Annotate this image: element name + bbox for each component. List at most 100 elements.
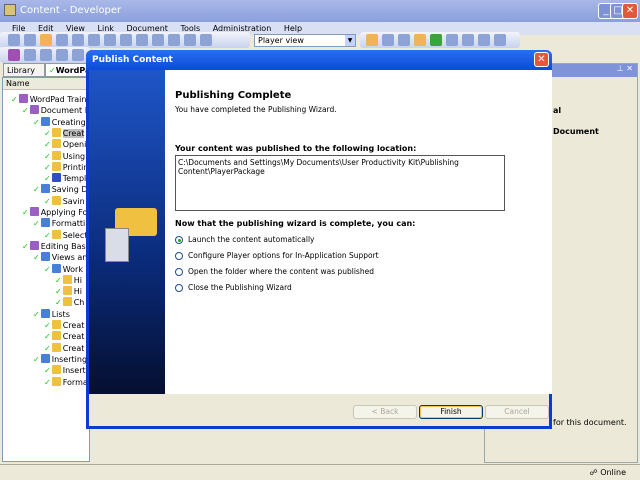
module-icon — [51, 263, 61, 273]
preview-icon[interactable] — [40, 34, 52, 46]
save-icon[interactable] — [24, 34, 36, 46]
find-icon[interactable] — [168, 34, 180, 46]
properties-icon[interactable] — [414, 34, 426, 46]
undo-icon[interactable] — [136, 34, 148, 46]
tree-item-label: Templ — [62, 174, 87, 184]
pin-icon[interactable]: ⊥ — [617, 64, 624, 73]
layout-3-icon[interactable] — [398, 34, 410, 46]
delete-icon[interactable] — [104, 34, 116, 46]
back-button[interactable]: < Back — [353, 405, 417, 419]
tree-item[interactable]: ✓ Select — [44, 229, 87, 241]
tab-wordpad[interactable]: ✓WordPad — [45, 63, 96, 77]
tree-item[interactable]: ✓ Lists — [33, 308, 70, 320]
pane-close-icon[interactable]: ✕ — [626, 64, 633, 73]
tree-item[interactable]: ✓ Inserting — [33, 353, 87, 365]
check-icon: ✓ — [44, 377, 51, 387]
open-icon[interactable] — [8, 34, 20, 46]
tree-item[interactable]: ✓ Creat — [44, 331, 84, 342]
check-out-icon[interactable] — [462, 34, 474, 46]
close-button[interactable]: ✕ — [622, 3, 638, 19]
check-icon: ✓ — [55, 275, 62, 285]
tree-item-label: Openi — [62, 140, 87, 150]
tree-item[interactable]: ✓ Creating — [33, 116, 86, 128]
tree-item[interactable]: ✓ Document Ba — [22, 105, 95, 116]
copy-icon[interactable] — [72, 34, 84, 46]
upload-icon[interactable] — [478, 34, 490, 46]
location-field[interactable]: C:\Documents and Settings\My Documents\U… — [175, 155, 505, 211]
radio-button[interactable] — [175, 283, 183, 292]
tree-item[interactable]: ✓ Creat — [44, 342, 84, 354]
tree-item-label: Ch — [73, 298, 85, 308]
tree-item[interactable]: ✓ Saving Do — [33, 184, 92, 195]
tree-item[interactable]: ✓ Openi — [44, 139, 86, 150]
topic-icon — [62, 286, 72, 296]
check-in-icon[interactable] — [446, 34, 458, 46]
option-radio[interactable]: Configure Player options for In-Applicat… — [175, 251, 542, 260]
option-radio[interactable]: Open the folder where the content was pu… — [175, 267, 542, 276]
book-icon — [29, 105, 39, 115]
module-icon — [40, 184, 50, 194]
tree-item[interactable]: ✓ Creat — [44, 127, 85, 139]
check-icon: ✓ — [44, 321, 51, 330]
publish-content-dialog: Publish Content ✕ Publishing Complete You… — [86, 50, 552, 429]
tree-item[interactable]: ✓ Work — [44, 263, 83, 275]
tree-item[interactable]: ✓ Using — [44, 150, 85, 162]
layout-1-icon[interactable] — [366, 34, 378, 46]
tree-item[interactable]: ✓ Creat — [44, 320, 84, 331]
topic-icon — [51, 320, 61, 329]
tree-item[interactable]: ✓ Hi — [55, 274, 82, 286]
option-label: Launch the content automatically — [188, 235, 315, 244]
tree-item-label: Creat — [62, 128, 85, 138]
refresh-icon[interactable] — [430, 34, 442, 46]
cancel-button[interactable]: Cancel — [485, 405, 549, 419]
tree-item[interactable]: ✓ Printin — [44, 161, 88, 173]
dialog-close-button[interactable]: ✕ — [534, 52, 549, 67]
chevron-down-icon[interactable]: ▼ — [345, 35, 355, 46]
help-topic-icon[interactable] — [72, 49, 84, 61]
pane-text: Document — [553, 127, 599, 136]
tree-item-label: Insert — [62, 366, 86, 376]
radio-button[interactable] — [175, 267, 183, 276]
book-icon[interactable] — [8, 49, 20, 61]
radio-button[interactable] — [175, 235, 183, 244]
tree-item[interactable]: ✓ Views and — [33, 252, 92, 263]
topic-icon[interactable] — [40, 49, 52, 61]
column-header-name[interactable]: Name — [3, 78, 89, 90]
help-icon[interactable] — [200, 34, 212, 46]
tree-item[interactable]: ✓ Hi — [55, 286, 82, 297]
topic-icon — [51, 161, 61, 171]
pane-tabs: Library ✓WordPad — [0, 63, 96, 77]
record-icon[interactable] — [120, 34, 132, 46]
tree-item[interactable]: ✓ Insert — [44, 365, 86, 376]
menu-help[interactable]: Help — [284, 24, 302, 33]
tab-library[interactable]: Library — [3, 63, 45, 77]
finish-button[interactable]: Finish — [419, 405, 483, 419]
view-select[interactable]: Player view ▼ — [254, 34, 356, 47]
tree-item-label: Savin — [62, 196, 85, 206]
topic-icon — [51, 365, 61, 375]
book-icon — [29, 240, 39, 250]
tree-item[interactable]: ✓ Templ — [44, 173, 86, 184]
radio-button[interactable] — [175, 251, 183, 260]
module-icon — [40, 218, 50, 228]
question-icon[interactable] — [56, 49, 68, 61]
network-icon: ☍ — [589, 468, 598, 477]
book-icon — [18, 94, 28, 103]
lock-icon[interactable] — [494, 34, 506, 46]
online-status: ☍ Online — [589, 468, 626, 477]
option-radio[interactable]: Close the Publishing Wizard — [175, 283, 542, 292]
check-icon: ✓ — [44, 151, 51, 161]
doc-icon — [51, 173, 61, 183]
tree-item[interactable]: ✓ Formattin — [33, 218, 90, 229]
tree-item[interactable]: ✓ Savin — [44, 195, 85, 207]
tree-item[interactable]: ✓ Ch — [55, 297, 84, 308]
check-icon: ✓ — [44, 196, 51, 206]
paste-icon[interactable] — [88, 34, 100, 46]
layout-2-icon[interactable] — [382, 34, 394, 46]
tree-item[interactable]: ✓ Forma — [44, 376, 88, 388]
cut-icon[interactable] — [56, 34, 68, 46]
spellcheck-icon[interactable] — [184, 34, 196, 46]
option-radio[interactable]: Launch the content automatically — [175, 235, 542, 244]
module-icon[interactable] — [24, 49, 36, 61]
redo-icon[interactable] — [152, 34, 164, 46]
